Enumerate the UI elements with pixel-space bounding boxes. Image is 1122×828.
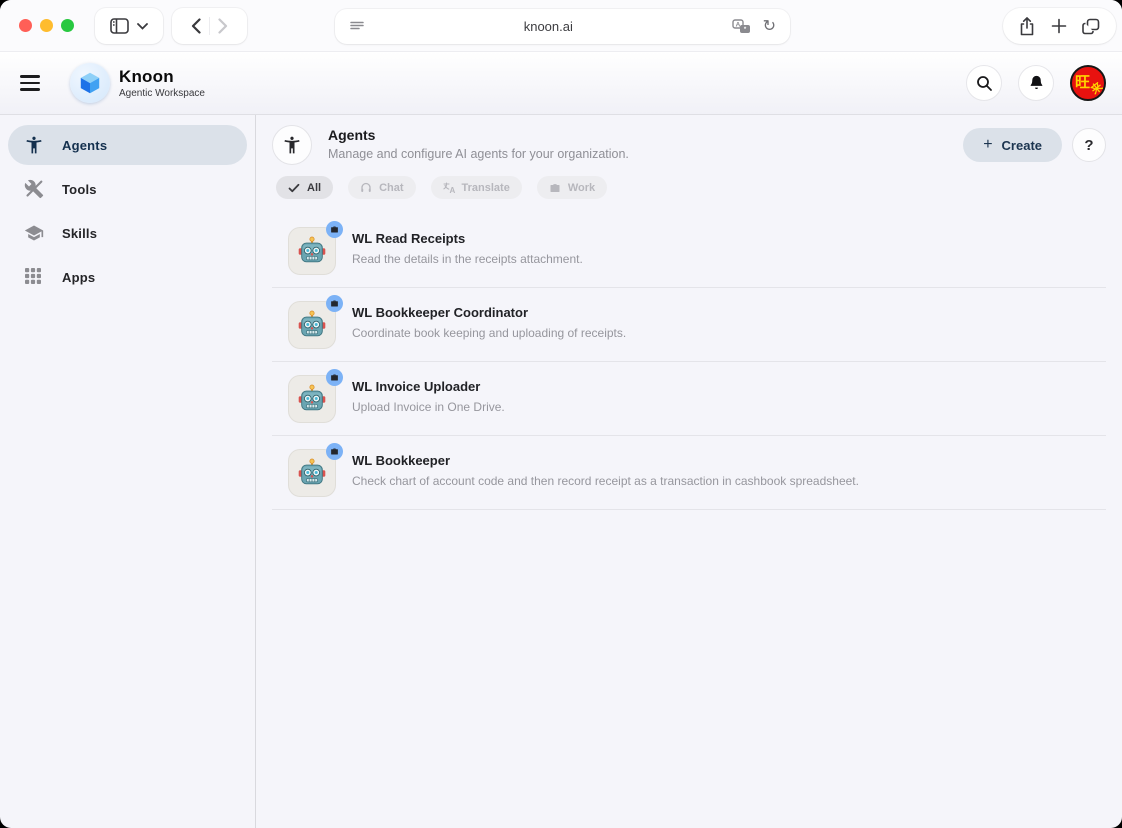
work-badge (326, 369, 343, 386)
accessibility-person-icon (24, 135, 44, 155)
sidebar-item-tools[interactable]: Tools (8, 169, 247, 209)
avatar-character: 来 (1089, 80, 1106, 97)
sidebar-item-label: Apps (62, 269, 96, 285)
briefcase-icon (331, 374, 338, 381)
translate-icon[interactable]: A * (731, 19, 751, 34)
svg-text:A: A (449, 186, 455, 194)
graduation-cap-icon (24, 223, 44, 243)
briefcase-icon (331, 226, 338, 233)
page-icon (272, 125, 312, 165)
agent-name: WL Bookkeeper (352, 453, 451, 468)
tools-icon (24, 179, 44, 199)
filter-chip-label: Chat (379, 181, 404, 194)
forward-button[interactable] (218, 18, 228, 34)
minimize-window-button[interactable] (40, 19, 53, 32)
traffic-lights (19, 19, 74, 32)
sidebar-item-skills[interactable]: Skills (8, 213, 247, 253)
agent-name: WL Read Receipts (352, 231, 466, 246)
create-button-label: Create (1001, 137, 1042, 153)
check-icon (288, 182, 300, 194)
tab-overview-icon[interactable] (1082, 18, 1100, 35)
plus-icon: + (983, 136, 993, 153)
agent-row-wl-bookkeeper[interactable]: WL Bookkeeper Check chart of account cod… (272, 436, 1106, 510)
new-tab-icon[interactable] (1051, 18, 1067, 34)
agent-description: Read the details in the receipts attachm… (352, 252, 583, 266)
share-icon[interactable] (1019, 16, 1035, 36)
menu-hamburger-icon[interactable] (20, 75, 44, 91)
close-window-button[interactable] (19, 19, 32, 32)
url-text[interactable]: knoon.ai (365, 19, 732, 34)
robot-emoji-icon (298, 310, 326, 337)
user-avatar[interactable]: 旺 来 (1070, 65, 1106, 101)
page-description: Manage and configure AI agents for your … (328, 147, 629, 161)
page-header: Agents Manage and configure AI agents fo… (272, 125, 1106, 165)
filter-chip-label: Translate (461, 181, 510, 194)
page-title: Agents (328, 127, 376, 143)
robot-emoji-icon (298, 236, 326, 263)
agent-row-wl-bookkeeper-coordinator[interactable]: WL Bookkeeper Coordinator Coordinate boo… (272, 288, 1106, 362)
create-button[interactable]: + Create (963, 128, 1062, 162)
chevron-down-icon[interactable] (137, 22, 148, 30)
avatar-character: 旺 (1075, 74, 1091, 91)
sidebar: Agents Tools Skills Apps (0, 115, 256, 828)
robot-emoji-icon (298, 384, 326, 411)
address-bar[interactable]: knoon.ai A * ↻ (335, 9, 790, 44)
headset-icon (360, 182, 372, 194)
filter-chip-label: All (307, 181, 322, 194)
agent-description: Coordinate book keeping and uploading of… (352, 326, 627, 340)
sidebar-item-apps[interactable]: Apps (8, 257, 247, 297)
app-logo[interactable] (70, 63, 110, 103)
briefcase-icon (549, 182, 561, 194)
reload-icon[interactable]: ↻ (763, 18, 776, 35)
robot-emoji-icon (298, 458, 326, 485)
browser-toolbar: knoon.ai A * ↻ (0, 0, 1122, 52)
filter-chip-work[interactable]: Work (536, 176, 608, 199)
zoom-window-button[interactable] (61, 19, 74, 32)
agent-description: Check chart of account code and then rec… (352, 474, 859, 488)
filter-chip-label: Work (567, 181, 596, 194)
app-subtitle: Agentic Workspace (119, 88, 205, 99)
divider (209, 17, 210, 35)
browser-sidebar-icon[interactable] (110, 18, 129, 34)
search-icon (976, 75, 992, 91)
sidebar-toggle-group (95, 8, 163, 44)
agent-name: WL Invoice Uploader (352, 379, 481, 394)
accessibility-person-icon (284, 136, 300, 154)
agent-row-wl-read-receipts[interactable]: WL Read Receipts Read the details in the… (272, 214, 1106, 288)
app-name: Knoon (119, 67, 174, 86)
filter-chip-chat[interactable]: Chat (348, 176, 416, 199)
history-nav-group (172, 8, 247, 44)
search-button[interactable] (966, 65, 1002, 101)
sidebar-item-label: Agents (62, 137, 108, 153)
agent-list: WL Read Receipts Read the details in the… (272, 214, 1106, 510)
work-badge (326, 295, 343, 312)
filter-chips: All Chat A Translate Work (276, 176, 1106, 199)
work-badge (326, 443, 343, 460)
agent-row-wl-invoice-uploader[interactable]: WL Invoice Uploader Upload Invoice in On… (272, 362, 1106, 436)
filter-chip-all[interactable]: All (276, 176, 334, 199)
sidebar-item-agents[interactable]: Agents (8, 125, 247, 165)
filter-chip-translate[interactable]: A Translate (430, 176, 522, 199)
back-button[interactable] (191, 18, 201, 34)
window-actions-group (1003, 8, 1116, 44)
cube-icon (80, 72, 100, 94)
sidebar-item-label: Tools (62, 181, 97, 197)
main-content: Agents Manage and configure AI agents fo… (256, 115, 1122, 828)
reader-view-icon[interactable] (349, 19, 365, 34)
svg-text:A: A (735, 22, 740, 29)
notifications-button[interactable] (1018, 65, 1054, 101)
app-header: Knoon Agentic Workspace 旺 来 (0, 52, 1122, 115)
briefcase-icon (331, 300, 338, 307)
agent-name: WL Bookkeeper Coordinator (352, 305, 529, 320)
help-button[interactable]: ? (1072, 128, 1106, 162)
work-badge (326, 221, 343, 238)
agent-description: Upload Invoice in One Drive. (352, 400, 505, 414)
translate-icon: A (442, 181, 455, 194)
apps-grid-icon (24, 267, 44, 287)
bell-icon (1030, 75, 1042, 90)
browser-window: knoon.ai A * ↻ Knoon Agentic Workspace 旺… (0, 0, 1122, 828)
sidebar-item-label: Skills (62, 225, 98, 241)
briefcase-icon (331, 448, 338, 455)
